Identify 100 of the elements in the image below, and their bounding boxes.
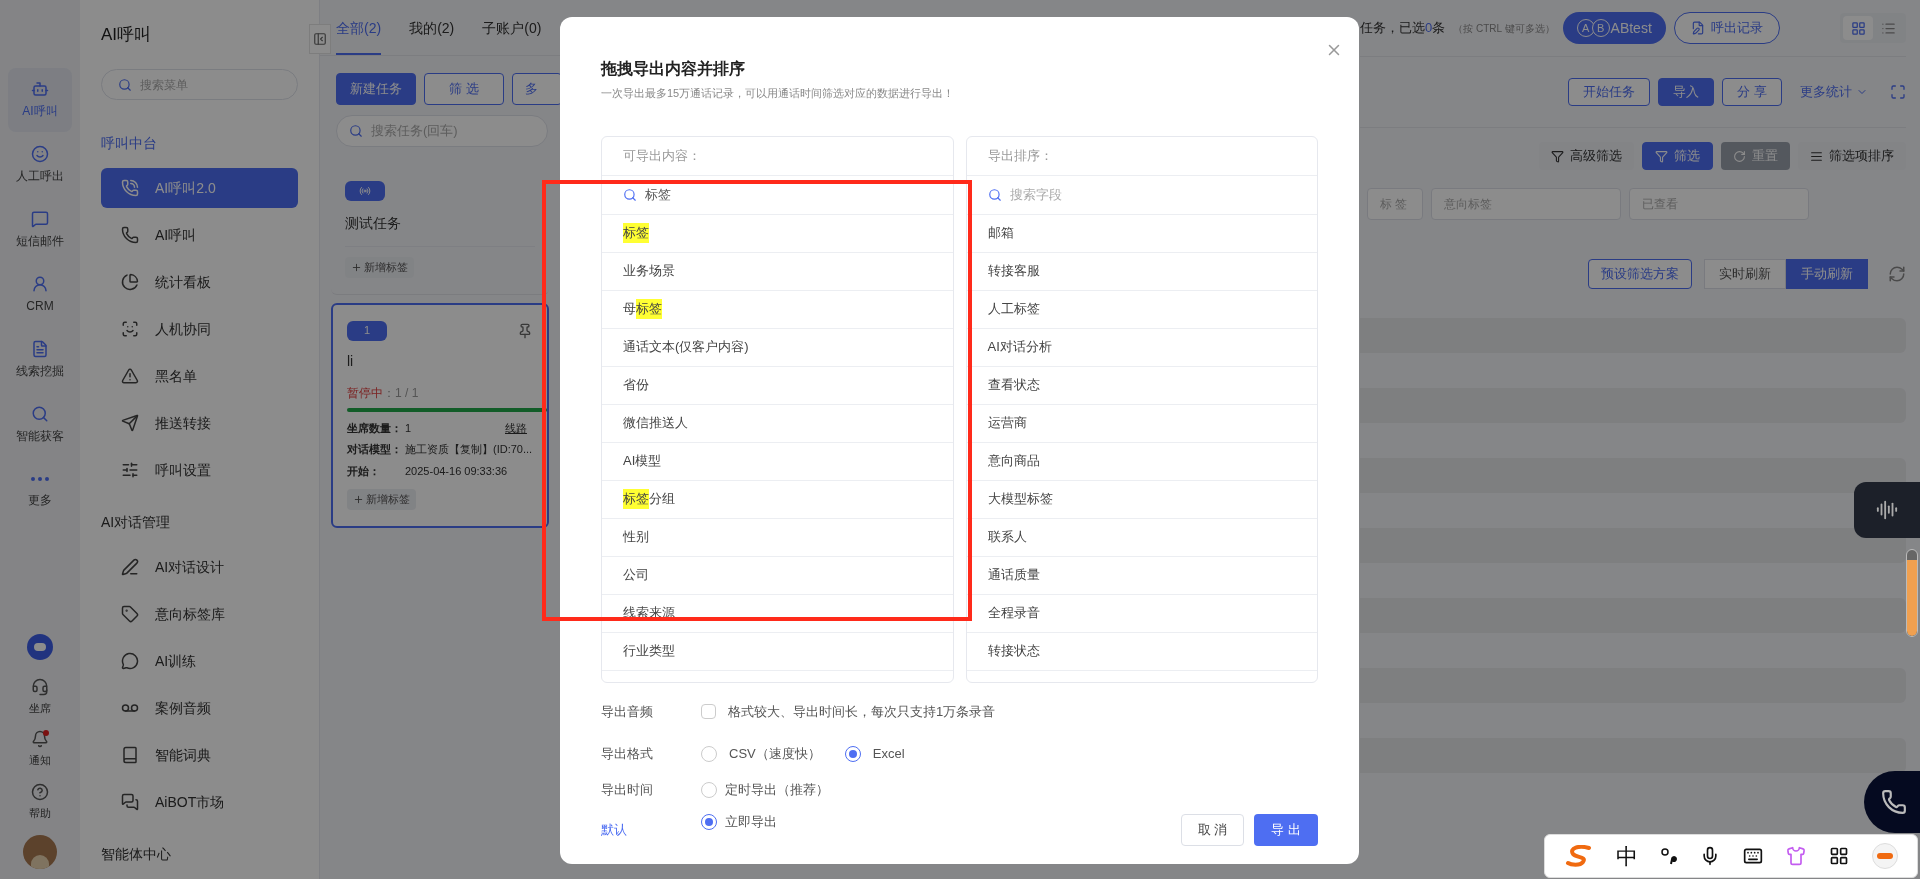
field-row[interactable]: 微信推送人 xyxy=(602,404,953,443)
rail-item[interactable]: 短信邮件 xyxy=(8,198,72,262)
refresh-mode-tab[interactable]: 实时刷新 xyxy=(1704,259,1786,289)
refresh-mode-tab[interactable]: 手动刷新 xyxy=(1786,259,1868,289)
preset-button[interactable]: 预设筛选方案 xyxy=(1588,259,1692,289)
field-row[interactable]: 人工标签 xyxy=(966,290,1317,329)
field-row[interactable]: 省份 xyxy=(602,366,953,405)
task-card[interactable]: 1 li 暂停中：1 / 1 坐席数量： 1 线路 对话模型： 施工资质【复制】(ID:70... 开始： 2025-04-16 09:33:36 新增标签 xyxy=(331,302,549,528)
plus-icon xyxy=(353,493,364,505)
tab[interactable]: 子账户(0) xyxy=(482,18,542,55)
menu-item[interactable]: 呼叫设置 xyxy=(101,450,298,490)
cancel-button[interactable]: 取 消 xyxy=(1181,813,1244,846)
rail-item[interactable]: 人工呼出 xyxy=(8,133,72,197)
route-link[interactable]: 线路 xyxy=(505,419,527,436)
apps-icon[interactable] xyxy=(1828,846,1849,866)
audio-checkbox[interactable] xyxy=(701,704,716,719)
collapse-icon[interactable] xyxy=(309,24,331,54)
audio-note: 格式较大、导出时间长，每次只支持1万条录音 xyxy=(728,702,996,721)
search-icon xyxy=(31,405,49,423)
avatar[interactable] xyxy=(23,835,57,869)
abtest-button[interactable]: A B ABtest xyxy=(1562,12,1666,44)
rail-item[interactable]: 帮助 xyxy=(29,782,51,821)
action-button[interactable]: 多 xyxy=(512,73,560,105)
tab[interactable]: 全部(2) xyxy=(336,18,382,55)
task-name: li xyxy=(347,351,355,371)
field-row[interactable]: 转接客服 xyxy=(966,252,1317,291)
toolbar-button[interactable]: 分 享 xyxy=(1722,78,1782,106)
field-row[interactable]: 转接状态 xyxy=(966,632,1317,671)
keyboard-icon[interactable] xyxy=(1742,846,1763,866)
mascot-icon[interactable] xyxy=(1871,843,1898,869)
action-button[interactable]: 筛 选 xyxy=(424,73,504,105)
field-row[interactable]: 意向商品 xyxy=(966,442,1317,481)
tab[interactable]: 我的(2) xyxy=(409,18,455,55)
field-row[interactable]: 邮箱 xyxy=(966,214,1317,253)
field-row[interactable]: 通话文本(仅客户内容) xyxy=(602,328,953,367)
option-label: 导出时间 xyxy=(601,780,654,799)
filter-icon xyxy=(1551,149,1564,163)
grid-view-icon[interactable] xyxy=(1843,16,1873,40)
menu-item[interactable]: AI训练 xyxy=(101,641,298,681)
field-row[interactable]: 行业类型 xyxy=(602,632,953,671)
export-button[interactable]: 导 出 xyxy=(1254,813,1318,846)
task-card[interactable]: 测试任务 新增标签 xyxy=(331,165,549,295)
field-search-input[interactable]: 标签 xyxy=(602,175,953,215)
menu-item[interactable]: 智能词典 xyxy=(101,735,298,775)
rail-item[interactable]: 通知 xyxy=(29,730,51,769)
pin-icon[interactable] xyxy=(517,322,533,339)
field-row[interactable]: 通话质量 xyxy=(966,556,1317,595)
toolbar-button[interactable]: 开始任务 xyxy=(1568,78,1651,106)
default-link[interactable]: 默认 xyxy=(601,819,627,840)
action-button[interactable]: 新建任务 xyxy=(336,73,416,105)
field-row[interactable]: 大模型标签 xyxy=(966,480,1317,519)
shirt-icon[interactable] xyxy=(1785,846,1806,866)
rail-item[interactable]: 智能获客 xyxy=(8,393,72,457)
more-stats-dropdown[interactable]: 更多统计 xyxy=(1800,82,1868,102)
reset-icon xyxy=(1733,149,1746,163)
field-row[interactable]: 联系人 xyxy=(966,518,1317,557)
option-label: 导出音频 xyxy=(601,702,654,721)
ime-logo-icon[interactable] xyxy=(1564,845,1593,867)
field-row[interactable]: 公司 xyxy=(602,556,953,595)
field-row[interactable]: 查看状态 xyxy=(966,366,1317,405)
field-row[interactable]: AI模型 xyxy=(602,442,953,481)
field-row[interactable]: 标签 xyxy=(602,214,953,253)
filter-button[interactable]: 筛选 xyxy=(1642,142,1713,170)
menu-item[interactable]: 推送转接 xyxy=(101,403,298,443)
phone-assistant-widget[interactable] xyxy=(1864,771,1920,833)
menu-item[interactable]: AI呼叫 xyxy=(101,215,298,255)
task-type-badge xyxy=(345,181,385,201)
menu-item[interactable]: AI呼叫2.0 xyxy=(101,168,298,208)
rail-item[interactable]: 坐席 xyxy=(29,677,51,716)
field-row[interactable]: 业务场景 xyxy=(602,252,953,291)
add-tag-button[interactable]: 新增标签 xyxy=(347,489,416,510)
fullscreen-icon[interactable] xyxy=(1890,84,1906,100)
field-row[interactable]: 标签分组 xyxy=(602,480,953,519)
menu-item[interactable]: AiBOT市场 xyxy=(101,782,298,822)
menu-item[interactable]: 统计看板 xyxy=(101,262,298,302)
add-tag-button[interactable]: 新增标签 xyxy=(345,257,414,278)
menu-item[interactable]: AI对话设计 xyxy=(101,547,298,587)
rail-item[interactable]: CRM xyxy=(8,263,72,327)
filter-icon xyxy=(1655,149,1668,163)
menu-item[interactable]: 人机协同 xyxy=(101,309,298,349)
field-row[interactable]: AI对话分析 xyxy=(966,328,1317,367)
scroll-widget[interactable] xyxy=(1906,549,1918,637)
voice-chat-widget[interactable] xyxy=(1854,482,1920,538)
field-row[interactable]: 性别 xyxy=(602,518,953,557)
refresh-icon[interactable] xyxy=(1888,265,1906,283)
field-row[interactable]: 运营商 xyxy=(966,404,1317,443)
user-icon xyxy=(31,275,49,293)
toolbar-button[interactable]: 导入 xyxy=(1658,78,1715,106)
menu-item[interactable]: 意向标签库 xyxy=(101,594,298,634)
field-row[interactable]: 母标签 xyxy=(602,290,953,329)
logo-icon[interactable] xyxy=(27,633,53,660)
field-value: 2025-04-16 09:33:36 xyxy=(405,463,508,479)
field-row[interactable]: 全程录音 xyxy=(966,594,1317,633)
rail-item[interactable]: 线索挖掘 xyxy=(8,328,72,392)
input-mode-toggle[interactable]: 中 xyxy=(1615,839,1638,873)
records-button[interactable]: 呼出记录 xyxy=(1673,12,1780,44)
punctuation-icon[interactable] xyxy=(1660,846,1677,866)
menu-item[interactable]: 黑名单 xyxy=(101,356,298,396)
rail-item[interactable]: 更多 xyxy=(8,458,72,522)
menu-item[interactable]: 案例音频 xyxy=(101,688,298,728)
